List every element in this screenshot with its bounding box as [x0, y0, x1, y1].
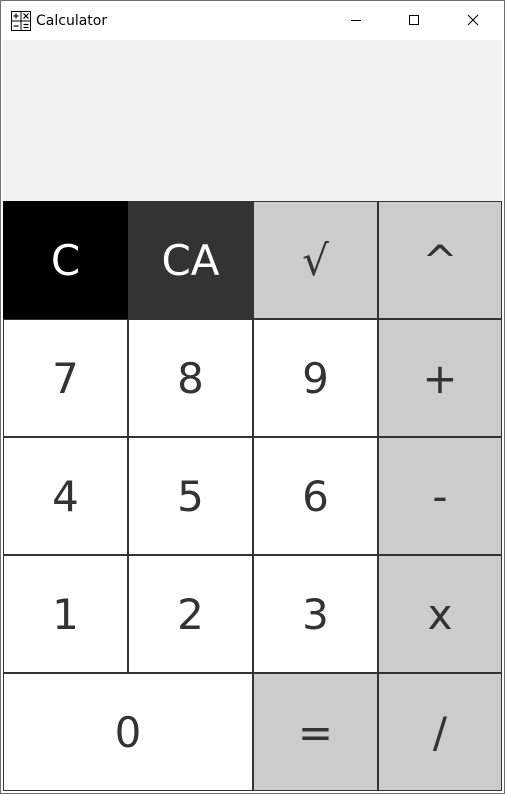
digit-6-button[interactable]: 6 — [253, 437, 378, 555]
maximize-icon — [408, 14, 420, 26]
digit-8-button[interactable]: 8 — [128, 319, 253, 437]
calculator-display — [3, 40, 502, 201]
digit-9-button[interactable]: 9 — [253, 319, 378, 437]
window-title: Calculator — [36, 13, 108, 29]
title-bar[interactable]: Calculator — [1, 1, 504, 39]
digit-4-button[interactable]: 4 — [3, 437, 128, 555]
calculator-icon — [11, 11, 31, 31]
power-button[interactable]: ^ — [378, 201, 502, 319]
square-root-button[interactable]: √ — [253, 201, 378, 319]
equals-button[interactable]: = — [253, 673, 378, 791]
divide-button[interactable]: / — [378, 673, 502, 791]
digit-1-button[interactable]: 1 — [3, 555, 128, 673]
digit-7-button[interactable]: 7 — [3, 319, 128, 437]
multiply-button[interactable]: x — [378, 555, 502, 673]
digit-3-button[interactable]: 3 — [253, 555, 378, 673]
digit-0-button[interactable]: 0 — [3, 673, 253, 791]
plus-button[interactable]: + — [378, 319, 502, 437]
calculator-window: Calculator C CA √ ^ 7 8 9 + 4 5 6 - 1 2 … — [0, 0, 505, 794]
clear-button[interactable]: C — [3, 201, 128, 319]
minimize-icon — [350, 14, 362, 26]
close-icon — [467, 14, 479, 26]
minus-button[interactable]: - — [378, 437, 502, 555]
maximize-button[interactable] — [385, 1, 443, 39]
minimize-button[interactable] — [327, 1, 385, 39]
digit-5-button[interactable]: 5 — [128, 437, 253, 555]
clear-all-button[interactable]: CA — [128, 201, 253, 319]
keypad: C CA √ ^ 7 8 9 + 4 5 6 - 1 2 3 x 0 = / — [3, 201, 502, 791]
digit-2-button[interactable]: 2 — [128, 555, 253, 673]
close-button[interactable] — [444, 1, 502, 39]
